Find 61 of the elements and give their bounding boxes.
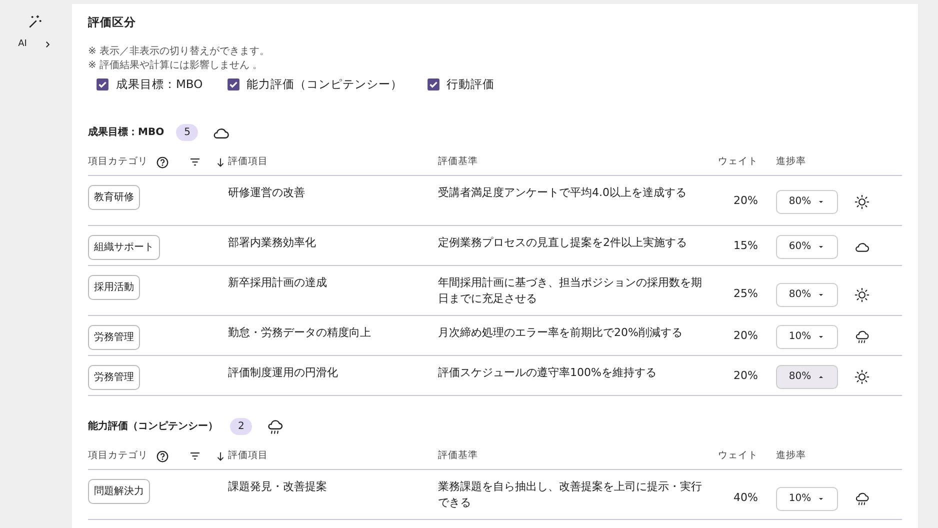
category-tag: 組織サポート: [88, 234, 160, 260]
progress-select[interactable]: 10%: [776, 324, 838, 348]
sort-arrow-icon[interactable]: [215, 156, 226, 168]
table-cell-text: 課題発見・改善提案: [228, 478, 328, 494]
checkbox[interactable]: [226, 78, 240, 92]
help-icon: [156, 156, 169, 168]
count-badge: 2: [230, 418, 252, 435]
column-header: 評価基準: [438, 448, 479, 463]
category-tag: 労務管理: [88, 364, 140, 390]
note-text: ※ 表示／非表示の切り替えができます。: [88, 45, 271, 59]
group-title: 能力評価（コンピテンシー）: [88, 420, 218, 434]
table-cell-text: 部署内業務効率化: [228, 234, 317, 250]
help-icon: [156, 450, 169, 462]
table-cell-text: 20%: [732, 368, 758, 384]
category-tag: 労務管理: [88, 324, 140, 350]
column-header: 評価基準: [438, 154, 479, 169]
table-cell-text: 評価制度運用の円滑化: [228, 364, 339, 380]
column-header: 評価項目: [228, 448, 269, 463]
count-badge: 5: [176, 124, 198, 141]
column-header: ウェイト: [717, 154, 758, 169]
table-cell-text: 評価スケジュールの遵守率100%を維持する: [438, 364, 658, 380]
magic-wand-icon: [27, 14, 43, 30]
table-cell-text: 定例業務プロセスの見直し提案を2件以上実施する: [438, 234, 688, 250]
category-tag: 教育研修: [88, 184, 140, 210]
group-title: 成果目標：MBO: [88, 126, 164, 140]
category-tag: 採用活動: [88, 274, 140, 300]
progress-select[interactable]: 80%: [776, 190, 838, 214]
table-cell-text: 15%: [732, 238, 758, 254]
checkbox[interactable]: [426, 78, 440, 92]
filter-icon[interactable]: [189, 450, 201, 462]
checkbox[interactable]: [96, 78, 109, 92]
sort-arrow-icon[interactable]: [215, 450, 226, 462]
section-title: 評価区分: [88, 14, 137, 31]
progress-select[interactable]: 60%: [776, 234, 838, 258]
progress-select[interactable]: 10%: [776, 486, 838, 510]
table-cell-text: 受講者満足度アンケートで平均4.0以上を達成する: [438, 184, 688, 200]
table-cell-text: 新卒採用計画の達成: [228, 274, 328, 290]
checkbox-label[interactable]: 行動評価: [446, 76, 495, 94]
column-header: 進捗率: [776, 448, 806, 463]
checkbox-label[interactable]: 成果目標：MBO: [116, 76, 203, 94]
column-header: ウェイト: [717, 448, 758, 463]
table-cell-text: 25%: [732, 286, 758, 302]
table-cell-text: 年間採用計画に基づき、担当ポジションの採用数を期日までに充足させる: [438, 274, 703, 307]
category-tag: 問題解決力: [88, 478, 150, 504]
table-cell-text: 月次締め処理のエラー率を前期比で20%削減する: [438, 324, 684, 340]
table-cell-text: 40%: [732, 490, 758, 506]
table-cell-text: 20%: [732, 193, 758, 210]
column-header: 評価項目: [228, 154, 269, 169]
progress-select[interactable]: 80%: [776, 364, 838, 388]
table-cell-text: 研修運営の改善: [228, 184, 306, 200]
progress-select[interactable]: 80%: [776, 282, 838, 306]
column-header: 進捗率: [776, 154, 806, 169]
note-text: ※ 評価結果や計算には影響しません 。: [88, 58, 264, 72]
checkbox-label[interactable]: 能力評価（コンピテンシー）: [246, 76, 403, 94]
table-cell-text: 20%: [732, 328, 758, 344]
sidebar-item[interactable]: AI: [18, 38, 52, 52]
column-header: 項目カテゴリ: [88, 154, 148, 169]
column-header: 項目カテゴリ: [88, 448, 148, 463]
table-cell-text: 業務課題を自ら抽出し、改善提案を上司に提示・実行できる: [438, 478, 703, 511]
filter-icon[interactable]: [189, 156, 201, 168]
table-cell-text: 勤怠・労務データの精度向上: [228, 324, 372, 340]
